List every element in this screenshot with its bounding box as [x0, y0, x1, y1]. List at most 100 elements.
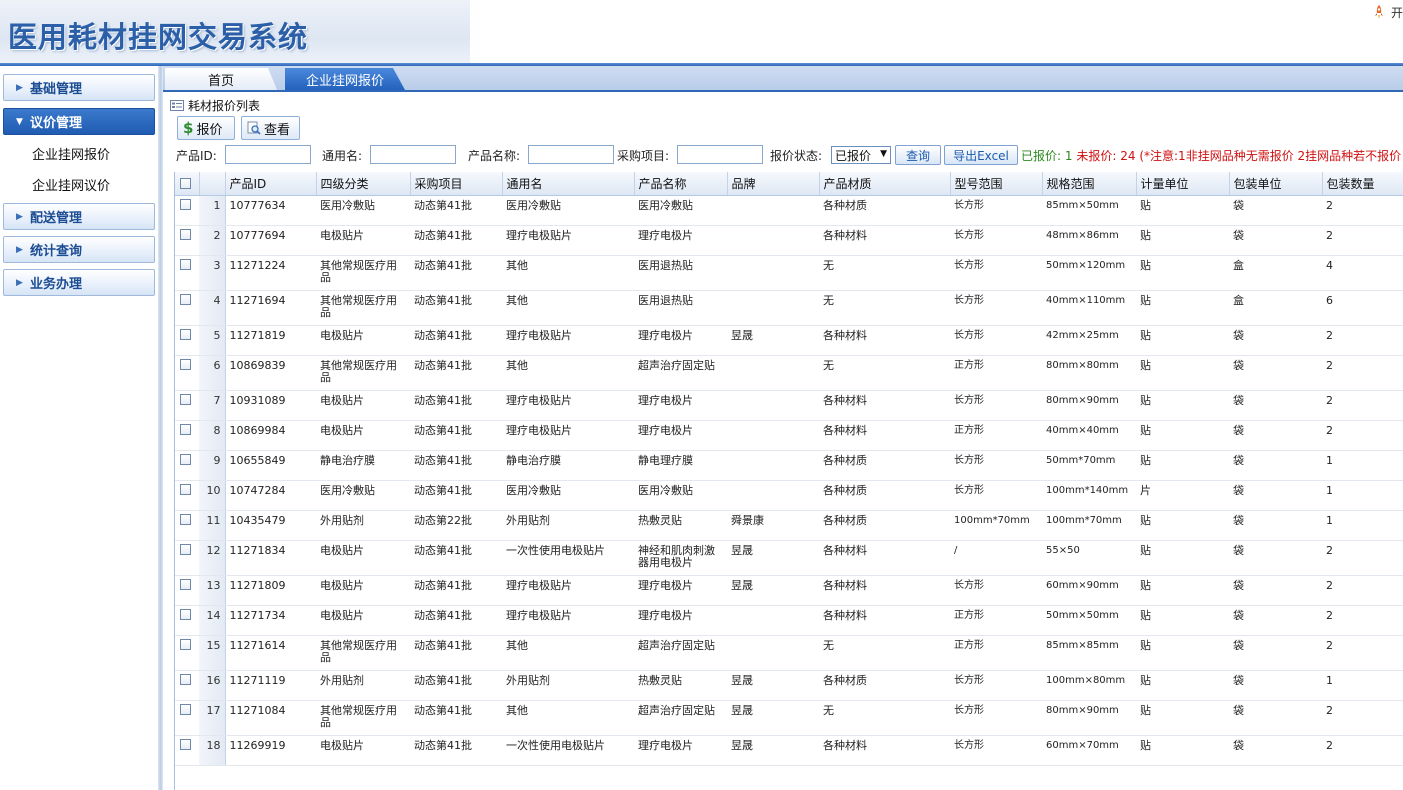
table-row[interactable]: 7 10931089 电极贴片 动态第41批 理疗电极贴片 理疗电极片 各种材料 长方形 80m… [175, 390, 1403, 421]
cell-qty: 2 [1322, 225, 1403, 256]
cell-proj: 动态第41批 [410, 635, 502, 671]
table-row[interactable]: 6 10869839 其他常规医疗用品 动态第41批 其他 超声治疗固定贴 无正方形 80mm… [175, 355, 1403, 391]
row-checkbox[interactable] [180, 544, 191, 555]
view-button[interactable]: 查看 [241, 116, 300, 140]
cell-pkg: 袋 [1229, 355, 1322, 391]
col-header[interactable]: 产品ID [225, 172, 317, 196]
sidebar-item-enterprise-negotiation[interactable]: 企业挂网议价 [32, 175, 110, 194]
cell-proj: 动态第41批 [410, 735, 502, 766]
cell-proj: 动态第41批 [410, 540, 502, 576]
table-row[interactable]: 11 10435479 外用贴剂 动态第22批 外用贴剂 热敷灵贴 舜景康 各种材质 100mm… [175, 510, 1403, 541]
cell-cat: 其他常规医疗用品 [316, 290, 410, 326]
row-checkbox[interactable] [180, 704, 191, 715]
col-header[interactable]: 四级分类 [316, 172, 411, 196]
col-header[interactable]: 包装数量 [1322, 172, 1403, 196]
col-header[interactable]: 规格范围 [1042, 172, 1137, 196]
row-checkbox[interactable] [180, 259, 191, 270]
col-header[interactable]: 品牌 [727, 172, 820, 196]
row-checkbox[interactable] [180, 514, 191, 525]
search-button[interactable]: 查询 [895, 145, 941, 165]
sidebar-item-enterprise-quote[interactable]: 企业挂网报价 [32, 144, 110, 163]
tab-bar: 首页 企业挂网报价 [163, 66, 1403, 92]
table-row[interactable]: 13 11271809 电极贴片 动态第41批 理疗电极贴片 理疗电极片 昱晟 各种材料 长方形… [175, 575, 1403, 606]
cell-name: 医用冷敷贴 [634, 480, 727, 511]
col-header[interactable]: 计量单位 [1136, 172, 1230, 196]
table-row[interactable]: 10 10747284 医用冷敷贴 动态第41批 医用冷敷贴 医用冷敷贴 各种材质 长方形 10… [175, 480, 1403, 511]
sidebar-splitter[interactable] [158, 66, 163, 790]
project-input[interactable] [677, 145, 763, 164]
menu-group-business[interactable]: ▶ 业务办理 [3, 269, 155, 296]
header-user-text[interactable]: 开 [1391, 4, 1403, 21]
row-checkbox[interactable] [180, 199, 191, 210]
col-header[interactable]: 采购项目 [410, 172, 503, 196]
cell-unit: 贴 [1136, 575, 1229, 606]
menu-group-basic[interactable]: ▶ 基础管理 [3, 74, 155, 101]
cell-mat: 各种材料 [819, 540, 950, 576]
cell-gen: 理疗电极贴片 [502, 325, 634, 356]
table-row[interactable]: 16 11271119 外用贴剂 动态第41批 外用贴剂 热敷灵贴 昱晟 各种材质 长方形 100… [175, 670, 1403, 701]
col-header[interactable]: 包装单位 [1229, 172, 1323, 196]
quote-button[interactable]: $ 报价 [177, 116, 235, 140]
select-all-checkbox[interactable] [180, 178, 191, 189]
tab-enterprise-quote[interactable]: 企业挂网报价 [285, 68, 405, 90]
cell-name: 医用退热贴 [634, 255, 727, 291]
cell-proj: 动态第41批 [410, 255, 502, 291]
row-checkbox[interactable] [180, 674, 191, 685]
table-row[interactable]: 2 10777694 电极贴片 动态第41批 理疗电极贴片 理疗电极片 各种材料 长方形 48m… [175, 225, 1403, 256]
menu-group-delivery[interactable]: ▶ 配送管理 [3, 203, 155, 230]
cell-name: 热敷灵贴 [634, 510, 727, 541]
table-row[interactable]: 15 11271614 其他常规医疗用品 动态第41批 其他 超声治疗固定贴 无正方形 85m… [175, 635, 1403, 671]
table-row[interactable]: 1 10777634 医用冷敷贴 动态第41批 医用冷敷贴 医用冷敷贴 各种材质 长方形 85m… [175, 195, 1403, 226]
row-checkbox[interactable] [180, 609, 191, 620]
row-checkbox[interactable] [180, 579, 191, 590]
export-excel-button[interactable]: 导出Excel [944, 145, 1018, 165]
product-id-input[interactable] [225, 145, 311, 164]
cell-model: 正方形 [950, 420, 1042, 451]
cell-id: 10777634 [225, 195, 316, 226]
table-row[interactable]: 5 11271819 电极贴片 动态第41批 理疗电极贴片 理疗电极片 昱晟 各种材料 长方形 4… [175, 325, 1403, 356]
cell-mat: 无 [819, 355, 950, 391]
tab-home[interactable]: 首页 [165, 68, 277, 90]
cell-qty: 2 [1322, 195, 1403, 226]
menu-group-statistics[interactable]: ▶ 统计查询 [3, 236, 155, 263]
cell-mat: 各种材料 [819, 225, 950, 256]
row-checkbox[interactable] [180, 329, 191, 340]
row-checkbox[interactable] [180, 424, 191, 435]
row-checkbox[interactable] [180, 394, 191, 405]
product-name-input[interactable] [528, 145, 614, 164]
cell-brand [727, 355, 819, 391]
row-checkbox[interactable] [180, 639, 191, 650]
row-checkbox[interactable] [180, 739, 191, 750]
table-row[interactable]: 8 10869984 电极贴片 动态第41批 理疗电极贴片 理疗电极片 各种材料 正方形 40m… [175, 420, 1403, 451]
row-checkbox[interactable] [180, 359, 191, 370]
col-header[interactable]: 产品材质 [819, 172, 951, 196]
row-select-cell [175, 700, 199, 736]
cell-qty: 2 [1322, 735, 1403, 766]
cell-mat: 无 [819, 290, 950, 326]
row-checkbox[interactable] [180, 484, 191, 495]
table-row[interactable]: 9 10655849 静电治疗膜 动态第41批 静电治疗膜 静电理疗膜 各种材质 长方形 50m… [175, 450, 1403, 481]
generic-name-input[interactable] [370, 145, 456, 164]
row-checkbox[interactable] [180, 294, 191, 305]
row-number: 2 [199, 225, 226, 256]
table-row[interactable]: 4 11271694 其他常规医疗用品 动态第41批 其他 医用退热贴 无长方形 40mm×1… [175, 290, 1403, 326]
menu-group-negotiation[interactable]: ▼ 议价管理 [3, 108, 155, 135]
row-checkbox[interactable] [180, 229, 191, 240]
cell-unit: 贴 [1136, 355, 1229, 391]
table-row[interactable]: 17 11271084 其他常规医疗用品 动态第41批 其他 超声治疗固定贴 昱晟无长方形 8… [175, 700, 1403, 736]
table-row[interactable]: 3 11271224 其他常规医疗用品 动态第41批 其他 医用退热贴 无长方形 50mm×1… [175, 255, 1403, 291]
col-header[interactable]: 产品名称 [634, 172, 728, 196]
row-select-cell [175, 540, 199, 576]
row-checkbox[interactable] [180, 454, 191, 465]
cell-brand: 昱晟 [727, 540, 819, 576]
table-row[interactable]: 12 11271834 电极贴片 动态第41批 一次性使用电极贴片 神经和肌肉刺激器用电极… [175, 540, 1403, 576]
cell-gen: 医用冷敷贴 [502, 480, 634, 511]
col-header[interactable]: 型号范围 [950, 172, 1043, 196]
table-row[interactable]: 14 11271734 电极贴片 动态第41批 理疗电极贴片 理疗电极片 各种材料 正方形 50… [175, 605, 1403, 636]
col-header[interactable]: 通用名 [502, 172, 635, 196]
status-select-value: 已报价 [835, 148, 872, 163]
cell-cat: 其他常规医疗用品 [316, 635, 410, 671]
status-select[interactable]: 已报价 ▼ [831, 146, 891, 164]
cell-qty: 4 [1322, 255, 1403, 291]
table-row[interactable]: 18 11269919 电极贴片 动态第41批 一次性使用电极贴片 理疗电极片 昱晟 各种材料… [175, 735, 1403, 766]
